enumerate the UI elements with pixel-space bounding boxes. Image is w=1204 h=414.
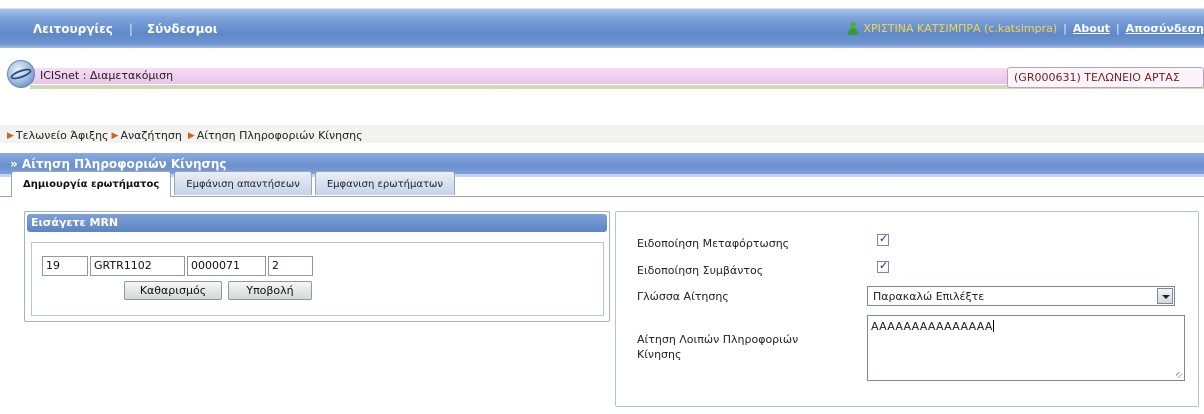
menu-separator: | (128, 22, 133, 36)
main-menu: Λειτουργίες | Σύνδεσμοι (33, 22, 217, 36)
request-language-select[interactable]: Παρακαλώ Επιλέξτε (867, 286, 1175, 306)
mrn-header: Εισάγετε MRN (27, 214, 607, 232)
user-icon (847, 22, 859, 35)
breadcrumb-item-arrival-office[interactable]: Τελωνείο Άφιξης (16, 129, 109, 142)
other-info-label: Αίτηση Λοιπών Πληροφοριών Κίνησης (637, 333, 799, 361)
other-info-textarea[interactable]: AAAAAAAAAAAAAAA (867, 315, 1185, 381)
incident-notification-checkbox[interactable] (877, 259, 889, 273)
mrn-fieldset (31, 242, 604, 316)
top-nav-bar: Λειτουργίες | Σύνδεσμοι ΧΡΙΣΤΙΝΑ ΚΑΤΣΙΜΠ… (0, 0, 1204, 48)
arrow-right-icon: ▶ (7, 130, 14, 141)
customs-office-badge: (GR000631) ΤΕΛΩΝΕΙΟ ΑΡΤΑΣ (1007, 67, 1204, 88)
mrn-serial-input[interactable]: 0000071 (187, 256, 266, 276)
request-language-value: Παρακαλώ Επιλέξτε (873, 290, 985, 303)
submit-button[interactable]: Υποβολή (228, 281, 312, 300)
menu-links[interactable]: Σύνδεσμοι (147, 22, 218, 36)
app-title: ICISnet : Διαμετακόμιση (40, 69, 174, 82)
user-name[interactable]: ΧΡΙΣΤΙΝΑ ΚΑΤΣΙΜΠΡΑ (c.katsimpra) (863, 22, 1057, 35)
tab-show-responses[interactable]: Εμφάνιση απαντήσεων (174, 171, 312, 195)
transfer-notification-label: Ειδοποίηση Μεταφόρτωσης (637, 237, 790, 250)
transfer-notification-checkbox[interactable] (877, 232, 889, 246)
arrow-right-icon: ▶ (187, 130, 195, 141)
other-info-value: AAAAAAAAAAAAAAA (871, 320, 993, 333)
about-link[interactable]: About (1073, 22, 1110, 35)
globe-logo-icon (7, 60, 35, 88)
breadcrumb-item-search[interactable]: Αναζήτηση (120, 129, 181, 142)
arrow-right-icon: ▶ (111, 130, 119, 141)
mrn-panel: Εισάγετε MRN 19 GRTR1102 0000071 2 Καθαρ… (24, 211, 610, 322)
app-title-row: ICISnet : Διαμετακόμιση (GR000631) ΤΕΛΩΝ… (0, 58, 1204, 92)
user-area: ΧΡΙΣΤΙΝΑ ΚΑΤΣΙΜΠΡΑ (c.katsimpra) | About… (847, 22, 1204, 35)
mrn-country-code-input[interactable]: GRTR1102 (90, 256, 185, 276)
section-title: » Αίτηση Πληροφοριών Κίνησης (10, 157, 227, 171)
tab-bar: Δημιουργία ερωτήματος Εμφάνιση απαντήσεω… (11, 171, 458, 197)
separator: | (1063, 22, 1067, 35)
text-cursor (992, 320, 994, 332)
resize-grip-icon[interactable] (1176, 372, 1182, 378)
logout-link[interactable]: Αποσύνδεση (1126, 22, 1204, 35)
tab-create-query[interactable]: Δημιουργία ερωτήματος (11, 171, 172, 197)
menu-functions[interactable]: Λειτουργίες (33, 22, 113, 36)
query-options-panel: Ειδοποίηση Μεταφόρτωσης Ειδοποίηση Συμβά… (615, 211, 1199, 407)
breadcrumb-item-movement-info[interactable]: Αίτηση Πληροφοριών Κίνησης (197, 129, 363, 142)
clear-button[interactable]: Καθαρισμός (124, 281, 222, 300)
request-language-label: Γλώσσα Αίτησης (637, 290, 729, 303)
incident-notification-label: Ειδοποίηση Συμβάντος (637, 264, 764, 277)
tab-show-queries[interactable]: Εμφανιση ερωτήματων (314, 171, 455, 195)
chevron-down-icon[interactable] (1157, 288, 1173, 304)
breadcrumb: ▶ Τελωνείο Άφιξης ▶ Αναζήτηση ▶ Αίτηση Π… (4, 129, 363, 142)
mrn-year-input[interactable]: 19 (42, 256, 88, 276)
mrn-check-digit-input[interactable]: 2 (268, 256, 313, 276)
separator: | (1115, 22, 1120, 35)
